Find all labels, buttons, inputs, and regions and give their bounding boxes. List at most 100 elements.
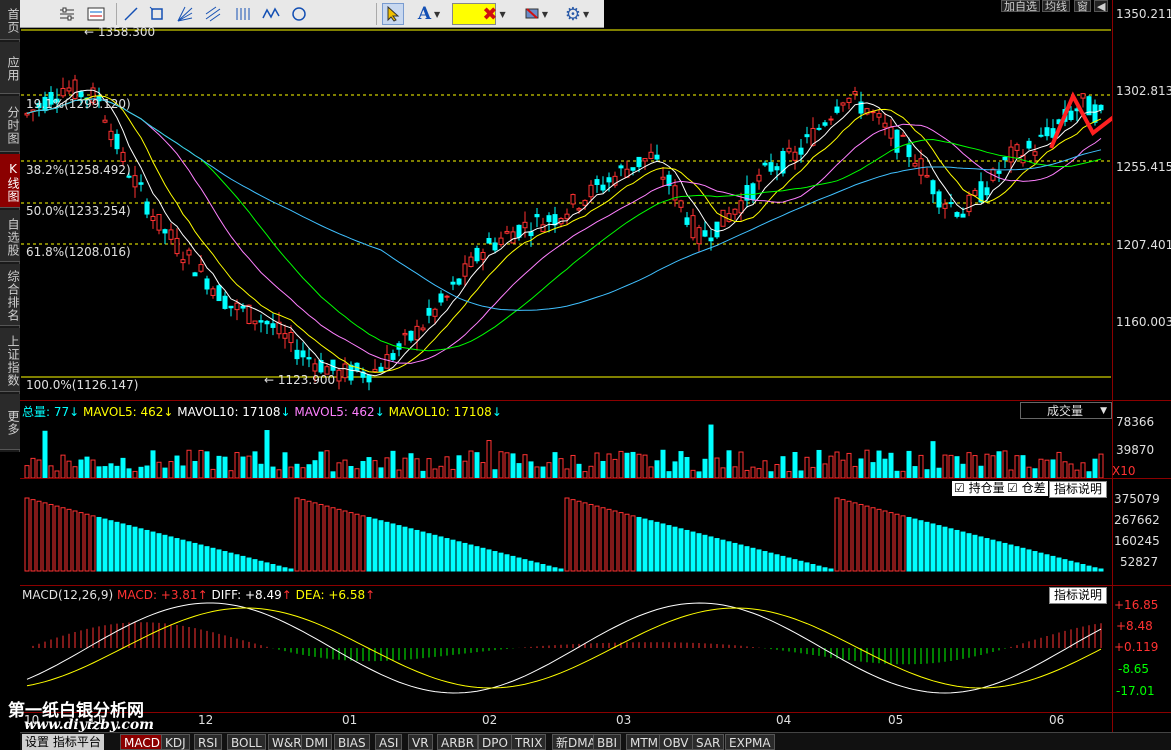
tab-mtm[interactable]: MTM (626, 734, 663, 750)
position-bar (714, 538, 720, 572)
candle-body (204, 278, 210, 290)
tab-dmi[interactable]: DMI (301, 734, 333, 750)
position-bar (576, 500, 582, 572)
settings-strip[interactable]: 设置 指标平台 (22, 734, 104, 750)
tab-bbi[interactable]: BBI (593, 734, 622, 750)
volume-dropdown-label: 成交量 (1047, 404, 1084, 418)
position-bar (588, 503, 594, 572)
macd-tick: +8.48 (1116, 619, 1153, 633)
volume-dropdown[interactable]: 成交量 ▼ (1020, 402, 1112, 419)
candle-body (72, 79, 78, 99)
tab-boll[interactable]: BOLL (227, 734, 266, 750)
kline-chart[interactable] (21, 28, 1113, 718)
tab-obv[interactable]: OBV (659, 734, 693, 750)
date-tick: 12 (198, 713, 214, 727)
text-tool-icon[interactable]: A ▼ (412, 3, 446, 25)
position-help-button[interactable]: 指标说明 (1049, 481, 1108, 498)
tab-expma[interactable]: EXPMA (725, 734, 775, 750)
volume-bar (990, 455, 996, 479)
volume-bar (78, 459, 84, 479)
tab-trix[interactable]: TRIX (511, 734, 547, 750)
volume-bar (294, 463, 300, 479)
nav-apps[interactable]: 应用 (0, 42, 20, 94)
macd-tick: -8.65 (1118, 662, 1150, 676)
settings-list-icon[interactable] (56, 3, 78, 25)
tab-bias[interactable]: BIAS (334, 734, 370, 750)
delete-icon[interactable]: ✖ ▼ (478, 3, 510, 25)
price-tick: 1302.813 (1116, 84, 1171, 98)
gear-icon[interactable]: ⚙ ▼ (560, 3, 594, 25)
tab-rsi[interactable]: RSI (194, 734, 222, 750)
volume-bar (348, 466, 354, 479)
nav-index[interactable]: 上证指数 (0, 328, 20, 392)
volume-bar (960, 463, 966, 479)
wave-tool-icon[interactable] (260, 3, 282, 25)
volume-bar (672, 461, 678, 479)
position-tick: 267662 (1114, 513, 1160, 527)
tab-arbr[interactable]: ARBR (437, 734, 479, 750)
nav-ranking[interactable]: 综合排名 (0, 264, 20, 326)
volume-tick: 78366 (1116, 415, 1155, 429)
volume-bar (282, 452, 288, 479)
tab-vr[interactable]: VR (408, 734, 433, 750)
indicator-platform-label: 指标平台 (52, 735, 101, 749)
position-bar (660, 523, 666, 572)
collapse-arrow-icon[interactable]: ◀ (1094, 0, 1109, 13)
cursor-tool-icon[interactable] (382, 3, 404, 25)
line-tool-icon[interactable] (120, 3, 142, 25)
tab-macd[interactable]: MACD (120, 734, 164, 750)
position-bar (48, 503, 54, 572)
cycle-lines-icon[interactable] (232, 3, 254, 25)
volume-bar (924, 469, 930, 479)
circle-tool-icon[interactable] (288, 3, 310, 25)
volume-bar (438, 465, 444, 479)
candle-body (570, 194, 576, 205)
nav-more[interactable]: 更多 (0, 394, 20, 450)
position-bar (804, 562, 810, 572)
ma-line-20 (26, 98, 1102, 364)
candle-body (618, 165, 624, 169)
ma-button[interactable]: 均线 (1042, 0, 1070, 13)
template-icon[interactable] (85, 3, 107, 25)
candle-body (462, 263, 468, 277)
diff-checkbox[interactable]: ☑ 仓差 (1005, 481, 1048, 496)
position-bar (210, 547, 216, 572)
position-bar (474, 546, 480, 572)
position-bar (792, 559, 798, 572)
eraser-icon[interactable]: ▼ (520, 3, 552, 25)
position-bar (60, 507, 66, 572)
add-watchlist-button[interactable]: 加自选 (1001, 0, 1040, 13)
tab-asi[interactable]: ASI (375, 734, 403, 750)
position-bar (168, 536, 174, 572)
tab-dpo[interactable]: DPO (478, 734, 512, 750)
candle-body (174, 237, 180, 255)
position-bar (96, 516, 102, 572)
parallel-lines-icon[interactable] (202, 3, 224, 25)
candle-body (756, 174, 762, 182)
volume-bar (966, 452, 972, 479)
volume-bar (132, 470, 138, 479)
candle-body (444, 295, 450, 298)
position-bar (1002, 542, 1008, 572)
volume-bar (564, 468, 570, 479)
tab-sar[interactable]: SAR (692, 734, 725, 750)
position-bar (1086, 565, 1092, 572)
nav-kline[interactable]: K线图 (0, 154, 20, 208)
tab-wr[interactable]: W&R (268, 734, 306, 750)
rectangle-tool-icon[interactable] (146, 3, 168, 25)
fib-label-100: 100.0%(1126.147) (26, 378, 139, 392)
position-bar (264, 562, 270, 572)
fan-tool-icon[interactable] (174, 3, 196, 25)
volume-bar (168, 461, 174, 479)
window-button[interactable]: 窗 (1074, 0, 1091, 13)
macd-help-button[interactable]: 指标说明 (1049, 587, 1108, 604)
nav-home[interactable]: 首页 (0, 0, 20, 40)
nav-intraday[interactable]: 分时图 (0, 96, 20, 152)
tab-kdj[interactable]: KDJ (161, 734, 190, 750)
candle-body (282, 333, 288, 339)
position-bar (906, 516, 912, 572)
position-bar (138, 528, 144, 572)
candle-body (414, 325, 420, 341)
nav-watchlist[interactable]: 自选股 (0, 210, 20, 262)
position-checkbox[interactable]: ☑ 持仓量 (952, 481, 1007, 496)
